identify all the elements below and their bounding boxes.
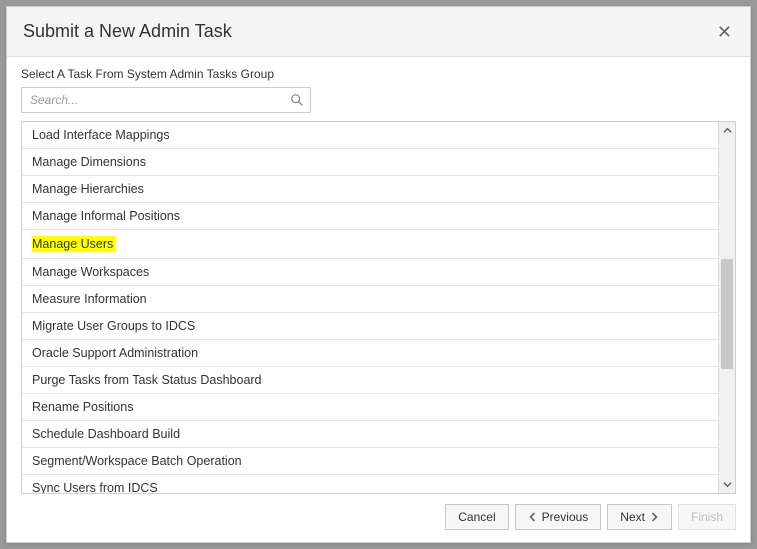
task-item-label: Purge Tasks from Task Status Dashboard (32, 373, 262, 387)
admin-task-dialog: Submit a New Admin Task ✕ Select A Task … (6, 6, 751, 543)
finish-button[interactable]: Finish (678, 504, 736, 530)
task-item[interactable]: Manage Hierarchies (22, 176, 718, 203)
task-item-label: Load Interface Mappings (32, 128, 170, 142)
task-list: Load Interface Mappings Manage Dimensions… (22, 122, 718, 493)
task-item[interactable]: Purge Tasks from Task Status Dashboard (22, 367, 718, 394)
chevron-right-icon (649, 512, 659, 522)
task-item-label: Segment/Workspace Batch Operation (32, 454, 242, 468)
task-item-label: Rename Positions (32, 400, 133, 414)
task-item[interactable]: Segment/Workspace Batch Operation (22, 448, 718, 475)
task-item[interactable]: Manage Workspaces (22, 259, 718, 286)
task-item[interactable]: Manage Users (22, 230, 718, 259)
task-item[interactable]: Manage Dimensions (22, 149, 718, 176)
task-item-label: Manage Hierarchies (32, 182, 144, 196)
task-item-label: Oracle Support Administration (32, 346, 198, 360)
scroll-track[interactable] (719, 139, 735, 476)
dialog-footer: Cancel Previous Next Finish (7, 494, 750, 542)
task-item-label: Manage Workspaces (32, 265, 149, 279)
search-input[interactable] (21, 87, 311, 113)
dialog-subtitle: Select A Task From System Admin Tasks Gr… (21, 67, 736, 81)
task-item[interactable]: Measure Information (22, 286, 718, 313)
task-item[interactable]: Migrate User Groups to IDCS (22, 313, 718, 340)
scroll-up-icon[interactable] (719, 122, 735, 139)
scroll-down-icon[interactable] (719, 476, 735, 493)
scrollbar[interactable] (718, 122, 735, 493)
dialog-title: Submit a New Admin Task (23, 21, 232, 42)
cancel-button[interactable]: Cancel (445, 504, 508, 530)
task-item-label: Manage Dimensions (32, 155, 146, 169)
task-item[interactable]: Schedule Dashboard Build (22, 421, 718, 448)
task-item-label: Migrate User Groups to IDCS (32, 319, 195, 333)
chevron-left-icon (528, 512, 538, 522)
search-icon[interactable] (290, 93, 304, 107)
task-item[interactable]: Rename Positions (22, 394, 718, 421)
previous-label: Previous (542, 510, 589, 524)
next-button[interactable]: Next (607, 504, 672, 530)
task-item[interactable]: Manage Informal Positions (22, 203, 718, 230)
task-item[interactable]: Load Interface Mappings (22, 122, 718, 149)
scroll-thumb[interactable] (721, 259, 733, 369)
dialog-body: Select A Task From System Admin Tasks Gr… (7, 57, 750, 494)
task-list-container: Load Interface Mappings Manage Dimensions… (21, 121, 736, 494)
task-item[interactable]: Sync Users from IDCS (22, 475, 718, 493)
task-item-label: Manage Informal Positions (32, 209, 180, 223)
dialog-header: Submit a New Admin Task ✕ (7, 7, 750, 57)
task-item-label: Manage Users (32, 236, 115, 252)
task-item-label: Schedule Dashboard Build (32, 427, 180, 441)
task-item-label: Sync Users from IDCS (32, 481, 158, 493)
task-item-label: Measure Information (32, 292, 147, 306)
search-container (21, 87, 311, 113)
previous-button[interactable]: Previous (515, 504, 602, 530)
close-icon[interactable]: ✕ (715, 23, 734, 41)
next-label: Next (620, 510, 645, 524)
task-item[interactable]: Oracle Support Administration (22, 340, 718, 367)
